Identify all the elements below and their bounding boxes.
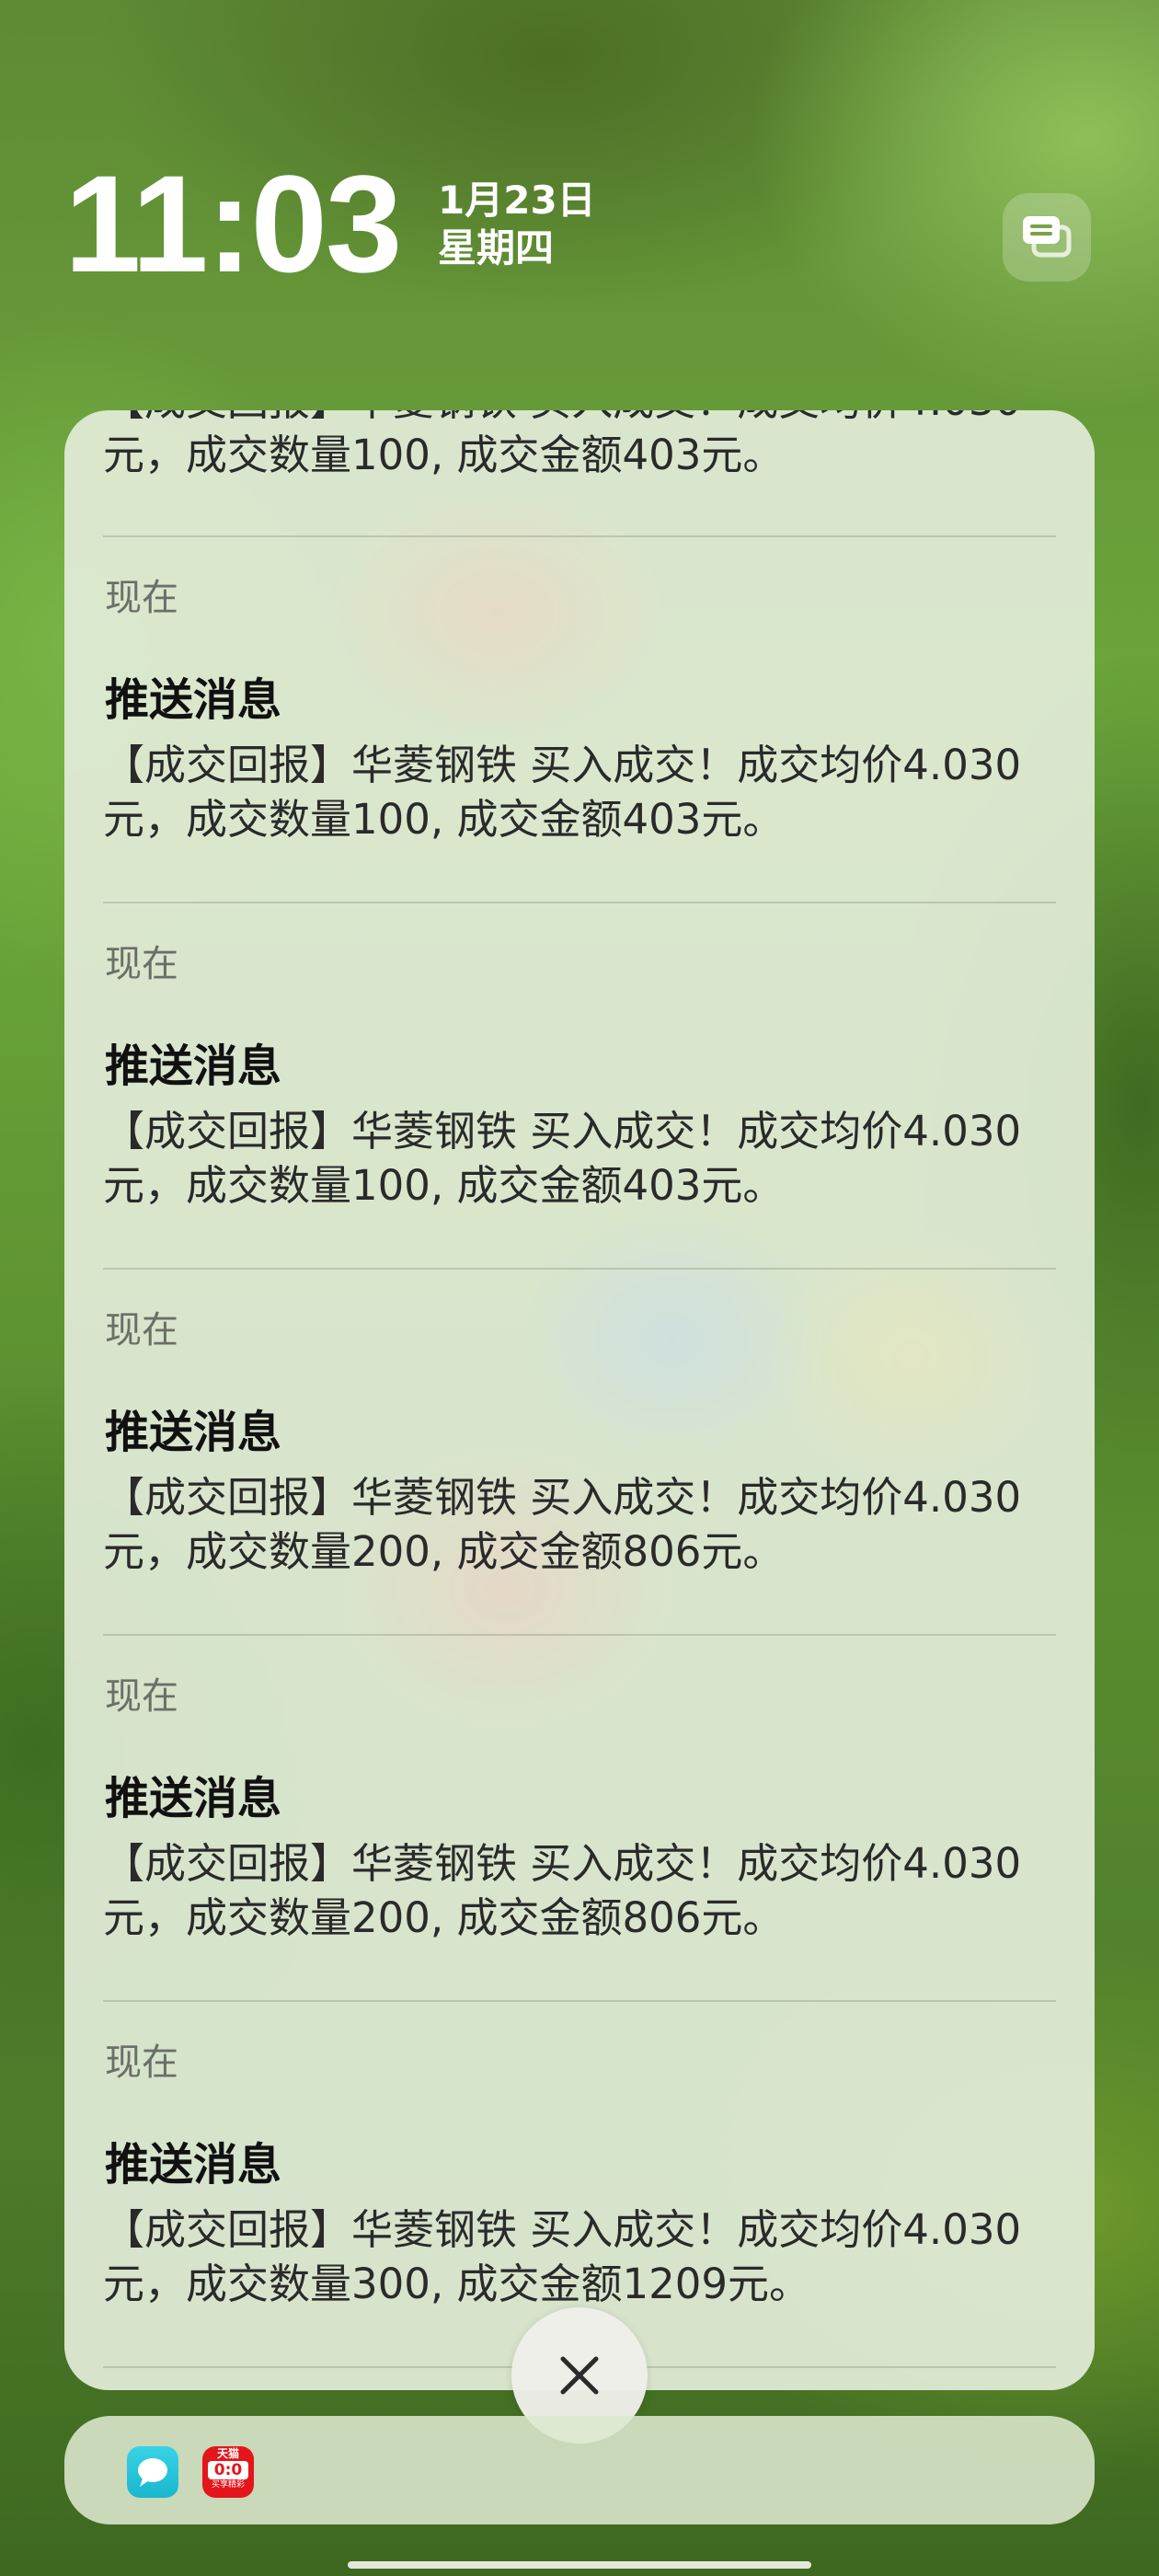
lockscreen-date: 1月23日 星期四 bbox=[438, 177, 596, 272]
notification-body: 【成交回报】华菱钢铁 买入成交！成交均价4.030元，成交数量200, 成交金额… bbox=[103, 1839, 1022, 1942]
collapse-notifications-button[interactable] bbox=[1003, 193, 1091, 282]
notification-stack[interactable]: 【成交回报】华菱钢铁 买入成交！成交均价4.030元，成交数量100, 成交金额… bbox=[64, 410, 1095, 2390]
notification-time: 现在 bbox=[105, 943, 178, 985]
notification-item[interactable]: 现在 推送消息 【成交回报】华菱钢铁 买入成交！成交均价4.030元，成交数量2… bbox=[64, 1636, 1095, 2002]
date-text: 1月23日 bbox=[438, 178, 596, 223]
lockscreen-clock: 11:03 bbox=[64, 146, 402, 301]
notification-body: 【成交回报】华菱钢铁 买入成交！成交均价4.030元，成交数量300, 成交金额… bbox=[103, 2205, 1022, 2308]
notification-title: 推送消息 bbox=[105, 1773, 282, 1824]
notification-item[interactable]: 现在 推送消息 【成交回报】华菱钢铁 买入成交！成交均价4.030元，成交数量1… bbox=[64, 903, 1095, 1270]
notification-body: 【成交回报】华菱钢铁 买入成交！成交均价4.030元，成交数量100, 成交金额… bbox=[103, 1107, 1022, 1210]
notification-collapse-icon bbox=[1023, 216, 1072, 258]
notification-item[interactable]: 现在 推送消息 【成交回报】华菱钢铁 买入成交！成交均价4.030元，成交数量2… bbox=[64, 1270, 1095, 1636]
tmall-icon[interactable]: 天猫 0:0 买享精彩 bbox=[202, 2446, 254, 2498]
notification-time: 现在 bbox=[105, 2041, 178, 2084]
notification-body: 【成交回报】华菱钢铁 买入成交！成交均价4.030元，成交数量100, 成交金额… bbox=[103, 741, 1022, 844]
notification-time: 现在 bbox=[105, 577, 178, 619]
tmall-icon-top: 天猫 bbox=[216, 2447, 239, 2460]
message-bubble-icon[interactable] bbox=[127, 2446, 178, 2498]
notification-item[interactable]: 【成交回报】华菱钢铁 买入成交！成交均价4.030元，成交数量100, 成交金额… bbox=[64, 410, 1095, 537]
notification-list: 【成交回报】华菱钢铁 买入成交！成交均价4.030元，成交数量100, 成交金额… bbox=[64, 410, 1095, 2368]
close-icon bbox=[560, 2356, 599, 2395]
notification-title: 推送消息 bbox=[105, 1407, 282, 1458]
notification-time: 现在 bbox=[105, 1309, 178, 1351]
home-indicator[interactable] bbox=[348, 2561, 811, 2569]
notification-time: 现在 bbox=[105, 1675, 178, 1718]
notification-title: 推送消息 bbox=[105, 1041, 282, 1092]
tmall-icon-bottom: 买享精彩 bbox=[211, 2480, 245, 2490]
notification-body: 【成交回报】华菱钢铁 买入成交！成交均价4.030元，成交数量200, 成交金额… bbox=[103, 1473, 1022, 1576]
notification-item[interactable]: 现在 推送消息 【成交回报】华菱钢铁 买入成交！成交均价4.030元，成交数量1… bbox=[64, 537, 1095, 903]
tmall-icon-mid: 0:0 bbox=[208, 2461, 248, 2479]
weekday-text: 星期四 bbox=[438, 225, 555, 270]
notification-title: 推送消息 bbox=[105, 674, 282, 726]
notification-title: 推送消息 bbox=[105, 2139, 282, 2191]
notification-body: 【成交回报】华菱钢铁 买入成交！成交均价4.030元，成交数量100, 成交金额… bbox=[103, 410, 1021, 479]
